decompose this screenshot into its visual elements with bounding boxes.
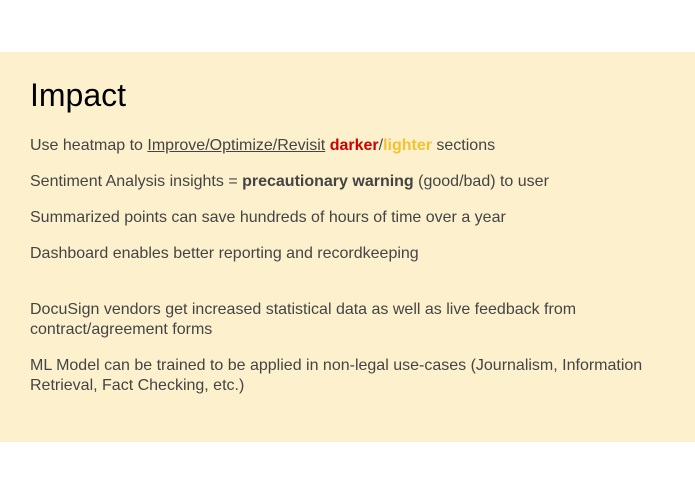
improve-link[interactable]: Improve/Optimize/Revisit — [147, 137, 325, 154]
bullet-heatmap-pre: Use heatmap to — [30, 137, 148, 154]
darker-word: darker — [329, 137, 379, 154]
lighter-word: lighter — [383, 137, 432, 154]
bullet-heatmap-post: sections — [431, 137, 496, 154]
bullet-heatmap: Use heatmap to Improve/Optimize/Revisit … — [30, 136, 670, 156]
slide-title: Impact — [30, 77, 127, 113]
bullet-sentiment-post: (good/bad) to user — [413, 173, 549, 190]
precautionary-warning: precautionary warning — [242, 173, 414, 190]
bullet-sentiment: Sentiment Analysis insights = precaution… — [30, 172, 670, 192]
bullet-docusign: DocuSign vendors get increased statistic… — [30, 301, 577, 338]
bullet-dashboard: Dashboard enables better reporting and r… — [30, 245, 419, 262]
bullet-summarized: Summarized points can save hundreds of h… — [30, 209, 506, 226]
bullet-sentiment-pre: Sentiment Analysis insights = — [30, 173, 243, 190]
slide: Impact Use heatmap to Improve/Optimize/R… — [0, 52, 695, 442]
bullet-ml-model: ML Model can be trained to be applied in… — [30, 357, 643, 394]
